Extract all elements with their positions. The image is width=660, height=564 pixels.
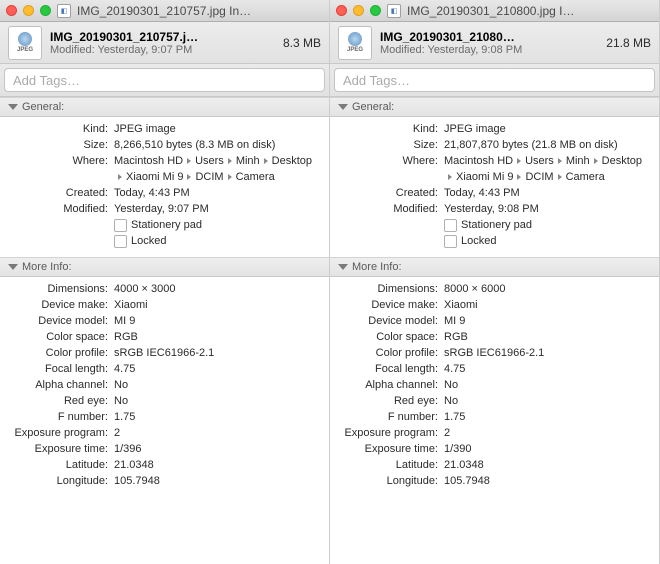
info-row: Latitude:21.0348 bbox=[340, 457, 649, 473]
info-row: Color profile:sRGB IEC61966-2.1 bbox=[10, 345, 319, 361]
file-name: IMG_20190301_21080… bbox=[380, 30, 598, 44]
disclosure-triangle-icon bbox=[338, 264, 348, 270]
section-label: More Info: bbox=[22, 261, 72, 273]
info-row: Device model:MI 9 bbox=[340, 313, 649, 329]
info-row: Size:21,807,870 bytes (21.8 MB on disk) bbox=[340, 137, 649, 153]
locked-checkbox[interactable] bbox=[114, 235, 127, 248]
window-title: IMG_20190301_210800.jpg I… bbox=[407, 4, 653, 18]
info-row: Device model:MI 9 bbox=[10, 313, 319, 329]
info-row: Created:Today, 4:43 PM bbox=[340, 185, 649, 201]
info-row: Latitude:21.0348 bbox=[10, 457, 319, 473]
info-row: Dimensions:8000 × 6000 bbox=[340, 281, 649, 297]
section-body-general: Kind:JPEG imageSize:8,266,510 bytes (8.3… bbox=[0, 117, 329, 257]
info-row: Exposure program:2 bbox=[10, 425, 319, 441]
section-body-more-info: Dimensions:4000 × 3000Device make:Xiaomi… bbox=[0, 277, 329, 497]
section-label: General: bbox=[352, 101, 394, 113]
info-row: Kind:JPEG image bbox=[10, 121, 319, 137]
titlebar[interactable]: ◧ IMG_20190301_210757.jpg In… bbox=[0, 0, 329, 22]
info-row: Locked bbox=[340, 233, 649, 249]
info-row: F number:1.75 bbox=[340, 409, 649, 425]
info-row: Alpha channel:No bbox=[340, 377, 649, 393]
info-row: Device make:Xiaomi bbox=[340, 297, 649, 313]
stationery-label: Stationery pad bbox=[131, 219, 202, 231]
section-label: General: bbox=[22, 101, 64, 113]
disclosure-triangle-icon bbox=[8, 264, 18, 270]
info-row: Color space:RGB bbox=[10, 329, 319, 345]
info-row: F number:1.75 bbox=[10, 409, 319, 425]
info-row: Color space:RGB bbox=[340, 329, 649, 345]
stationery-checkbox[interactable] bbox=[444, 219, 457, 232]
disclosure-triangle-icon bbox=[8, 104, 18, 110]
zoom-icon[interactable] bbox=[40, 5, 51, 16]
close-icon[interactable] bbox=[336, 5, 347, 16]
file-size: 8.3 MB bbox=[283, 36, 321, 50]
stationery-checkbox[interactable] bbox=[114, 219, 127, 232]
info-row: Modified:Yesterday, 9:08 PM bbox=[340, 201, 649, 217]
info-row: Stationery pad bbox=[10, 217, 319, 233]
stationery-label: Stationery pad bbox=[461, 219, 532, 231]
info-row: Modified:Yesterday, 9:07 PM bbox=[10, 201, 319, 217]
info-panel: ◧ IMG_20190301_210800.jpg I… JPEG IMG_20190… bbox=[330, 0, 660, 564]
tags-field-wrap bbox=[0, 64, 329, 97]
file-header: JPEG IMG_20190301_210757.j…Modified: Yest… bbox=[0, 22, 329, 64]
locked-label: Locked bbox=[461, 235, 496, 247]
info-row-where: Where:Macintosh HDUsersMinhDesktopXiaomi… bbox=[10, 153, 319, 185]
locked-checkbox[interactable] bbox=[444, 235, 457, 248]
section-label: More Info: bbox=[352, 261, 402, 273]
info-row: Longitude:105.7948 bbox=[340, 473, 649, 489]
info-row: Red eye:No bbox=[340, 393, 649, 409]
file-modified: Modified: Yesterday, 9:07 PM bbox=[50, 44, 275, 56]
info-row: Color profile:sRGB IEC61966-2.1 bbox=[340, 345, 649, 361]
info-row: Exposure program:2 bbox=[340, 425, 649, 441]
info-row: Created:Today, 4:43 PM bbox=[10, 185, 319, 201]
info-row: Focal length:4.75 bbox=[340, 361, 649, 377]
section-header-general[interactable]: General: bbox=[0, 97, 329, 117]
locked-label: Locked bbox=[131, 235, 166, 247]
info-row: Focal length:4.75 bbox=[10, 361, 319, 377]
jpeg-file-icon: JPEG bbox=[338, 26, 372, 60]
jpeg-file-icon: ◧ bbox=[387, 4, 401, 18]
section-header-general[interactable]: General: bbox=[330, 97, 659, 117]
section-body-general: Kind:JPEG imageSize:21,807,870 bytes (21… bbox=[330, 117, 659, 257]
info-row: Dimensions:4000 × 3000 bbox=[10, 281, 319, 297]
info-row: Alpha channel:No bbox=[10, 377, 319, 393]
info-row-where: Where:Macintosh HDUsersMinhDesktopXiaomi… bbox=[340, 153, 649, 185]
window-title: IMG_20190301_210757.jpg In… bbox=[77, 4, 323, 18]
file-name: IMG_20190301_210757.j… bbox=[50, 30, 275, 44]
section-header-more-info[interactable]: More Info: bbox=[330, 257, 659, 277]
info-row: Kind:JPEG image bbox=[340, 121, 649, 137]
jpeg-file-icon: JPEG bbox=[8, 26, 42, 60]
info-row: Device make:Xiaomi bbox=[10, 297, 319, 313]
tags-field-wrap bbox=[330, 64, 659, 97]
info-row: Exposure time:1/390 bbox=[340, 441, 649, 457]
close-icon[interactable] bbox=[6, 5, 17, 16]
section-header-more-info[interactable]: More Info: bbox=[0, 257, 329, 277]
jpeg-file-icon: ◧ bbox=[57, 4, 71, 18]
info-row: Exposure time:1/396 bbox=[10, 441, 319, 457]
file-modified: Modified: Yesterday, 9:08 PM bbox=[380, 44, 598, 56]
minimize-icon[interactable] bbox=[353, 5, 364, 16]
info-panel: ◧ IMG_20190301_210757.jpg In… JPEG IMG_2019… bbox=[0, 0, 330, 564]
info-row: Size:8,266,510 bytes (8.3 MB on disk) bbox=[10, 137, 319, 153]
tags-input[interactable] bbox=[334, 68, 655, 92]
file-size: 21.8 MB bbox=[606, 36, 651, 50]
titlebar[interactable]: ◧ IMG_20190301_210800.jpg I… bbox=[330, 0, 659, 22]
info-row: Red eye:No bbox=[10, 393, 319, 409]
disclosure-triangle-icon bbox=[338, 104, 348, 110]
info-row: Longitude:105.7948 bbox=[10, 473, 319, 489]
section-body-more-info: Dimensions:8000 × 6000Device make:Xiaomi… bbox=[330, 277, 659, 497]
tags-input[interactable] bbox=[4, 68, 325, 92]
info-row: Stationery pad bbox=[340, 217, 649, 233]
zoom-icon[interactable] bbox=[370, 5, 381, 16]
minimize-icon[interactable] bbox=[23, 5, 34, 16]
info-row: Locked bbox=[10, 233, 319, 249]
file-header: JPEG IMG_20190301_21080…Modified: Yesterd… bbox=[330, 22, 659, 64]
